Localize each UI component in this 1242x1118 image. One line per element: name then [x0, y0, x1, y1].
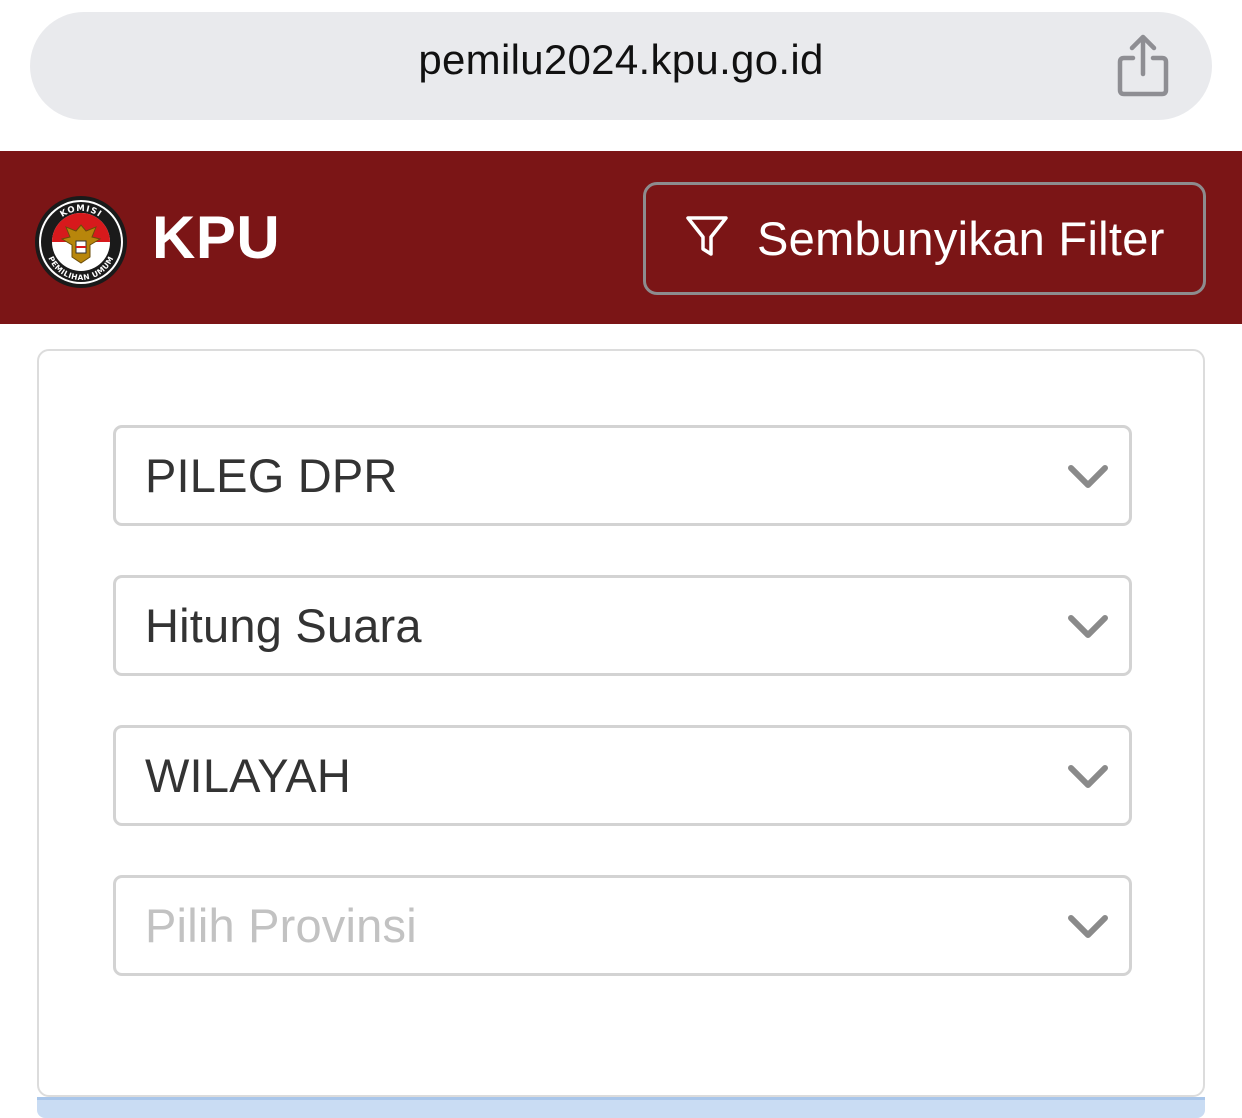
- filter-icon: [684, 213, 730, 264]
- next-section-edge: [37, 1097, 1205, 1118]
- chevron-down-icon: [1068, 465, 1108, 488]
- hide-filter-label: Sembunyikan Filter: [757, 212, 1165, 265]
- election-type-select[interactable]: PILEG DPR: [113, 425, 1132, 526]
- count-type-select[interactable]: Hitung Suara: [113, 575, 1132, 676]
- share-icon[interactable]: [1116, 34, 1170, 98]
- filter-panel: PILEG DPR Hitung Suara WILAYAH Pilih Pro…: [37, 349, 1205, 1097]
- brand-title[interactable]: KPU: [152, 203, 280, 272]
- count-type-value: Hitung Suara: [145, 599, 422, 652]
- url-text[interactable]: pemilu2024.kpu.go.id: [418, 36, 823, 84]
- region-type-select[interactable]: WILAYAH: [113, 725, 1132, 826]
- province-select[interactable]: Pilih Provinsi: [113, 875, 1132, 976]
- hide-filter-button[interactable]: Sembunyikan Filter: [643, 182, 1206, 295]
- kpu-logo[interactable]: KOMISI PEMILIHAN UMUM: [34, 195, 128, 289]
- chevron-down-icon: [1068, 915, 1108, 938]
- browser-address-bar[interactable]: pemilu2024.kpu.go.id: [30, 12, 1212, 120]
- chevron-down-icon: [1068, 615, 1108, 638]
- province-placeholder: Pilih Provinsi: [145, 899, 417, 952]
- region-type-value: WILAYAH: [145, 749, 351, 802]
- chevron-down-icon: [1068, 765, 1108, 788]
- election-type-value: PILEG DPR: [145, 449, 398, 502]
- site-header: KOMISI PEMILIHAN UMUM KPU Sembunyikan Fi…: [0, 151, 1242, 324]
